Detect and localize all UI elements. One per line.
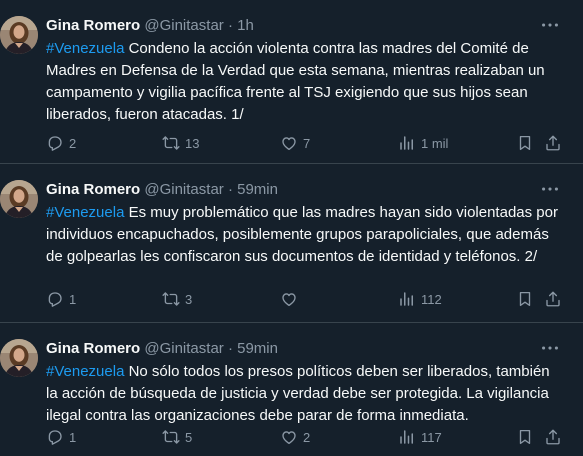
reply-icon [46,290,64,308]
tweet-timestamp[interactable]: 1h [237,17,254,34]
views-icon [398,134,416,152]
more-dots-icon[interactable] [539,337,561,359]
tweet[interactable]: Gina Romero @Ginitastar · 59min #Venezue… [0,164,583,323]
tweet-timestamp[interactable]: 59min [237,340,278,357]
reply-button[interactable]: 1 [46,426,76,448]
tweet-header: Gina Romero @Ginitastar · 59min [46,339,278,359]
retweet-icon [162,134,180,152]
views-icon [398,428,416,446]
avatar[interactable] [0,16,38,54]
like-count: 2 [303,429,311,445]
reply-icon [46,428,64,446]
like-button[interactable]: 2 [280,426,310,448]
like-count: 7 [303,135,311,151]
retweet-icon [162,428,180,446]
separator: · [227,181,233,198]
like-button[interactable]: 7 [280,132,310,154]
bookmark-button[interactable] [516,426,534,448]
tweet-timestamp[interactable]: 59min [237,181,278,198]
share-icon [544,290,562,308]
author-handle[interactable]: @Ginitastar [144,181,223,198]
retweet-button[interactable]: 13 [162,132,199,154]
timeline-feed: Gina Romero @Ginitastar · 1h #Venezuela … [0,0,583,456]
retweet-button[interactable]: 3 [162,288,192,310]
tweet[interactable]: Gina Romero @Ginitastar · 59min #Venezue… [0,323,583,456]
bookmark-icon [516,134,534,152]
reply-icon [46,134,64,152]
more-dots-icon[interactable] [539,178,561,200]
tweet-text: #Venezuela No sólo todos los presos polí… [46,361,558,427]
share-button[interactable] [544,426,562,448]
heart-icon [280,428,298,446]
reply-count: 2 [69,135,77,151]
author-name[interactable]: Gina Romero [46,340,140,357]
tweet-actions: 1 3 112 [46,288,576,310]
bookmark-button[interactable] [516,132,534,154]
views-button[interactable]: 1 mil [398,132,448,154]
reply-button[interactable]: 2 [46,132,76,154]
author-handle[interactable]: @Ginitastar [144,340,223,357]
author-handle[interactable]: @Ginitastar [144,17,223,34]
tweet-actions: 2 13 7 1 mil [46,132,576,154]
bookmark-icon [516,428,534,446]
bookmark-button[interactable] [516,288,534,310]
views-icon [398,290,416,308]
author-name[interactable]: Gina Romero [46,181,140,198]
retweet-count: 13 [185,135,200,151]
author-name[interactable]: Gina Romero [46,17,140,34]
retweet-button[interactable]: 5 [162,426,192,448]
tweet-text: #Venezuela Condeno la acción violenta co… [46,38,558,126]
tweet-header: Gina Romero @Ginitastar · 59min [46,180,278,200]
tweet[interactable]: Gina Romero @Ginitastar · 1h #Venezuela … [0,0,583,164]
retweet-count: 3 [185,291,193,307]
avatar[interactable] [0,339,38,377]
views-button[interactable]: 117 [398,426,442,448]
views-count: 1 mil [421,135,449,151]
reply-count: 1 [69,429,77,445]
bookmark-icon [516,290,534,308]
tweet-text: #Venezuela Es muy problemático que las m… [46,202,558,268]
heart-icon [280,134,298,152]
share-button[interactable] [544,288,562,310]
hashtag-link[interactable]: #Venezuela [46,363,124,380]
views-button[interactable]: 112 [398,288,442,310]
views-count: 112 [421,291,442,307]
tweet-actions: 1 5 2 117 [46,426,576,448]
avatar[interactable] [0,180,38,218]
hashtag-link[interactable]: #Venezuela [46,204,124,221]
reply-button[interactable]: 1 [46,288,76,310]
tweet-header: Gina Romero @Ginitastar · 1h [46,16,254,36]
reply-count: 1 [69,291,77,307]
more-dots-icon[interactable] [539,14,561,36]
share-icon [544,428,562,446]
like-button[interactable] [280,288,303,310]
separator: · [227,17,233,34]
share-icon [544,134,562,152]
heart-icon [280,290,298,308]
views-count: 117 [421,429,442,445]
hashtag-link[interactable]: #Venezuela [46,40,124,57]
share-button[interactable] [544,132,562,154]
separator: · [227,340,233,357]
retweet-count: 5 [185,429,193,445]
retweet-icon [162,290,180,308]
